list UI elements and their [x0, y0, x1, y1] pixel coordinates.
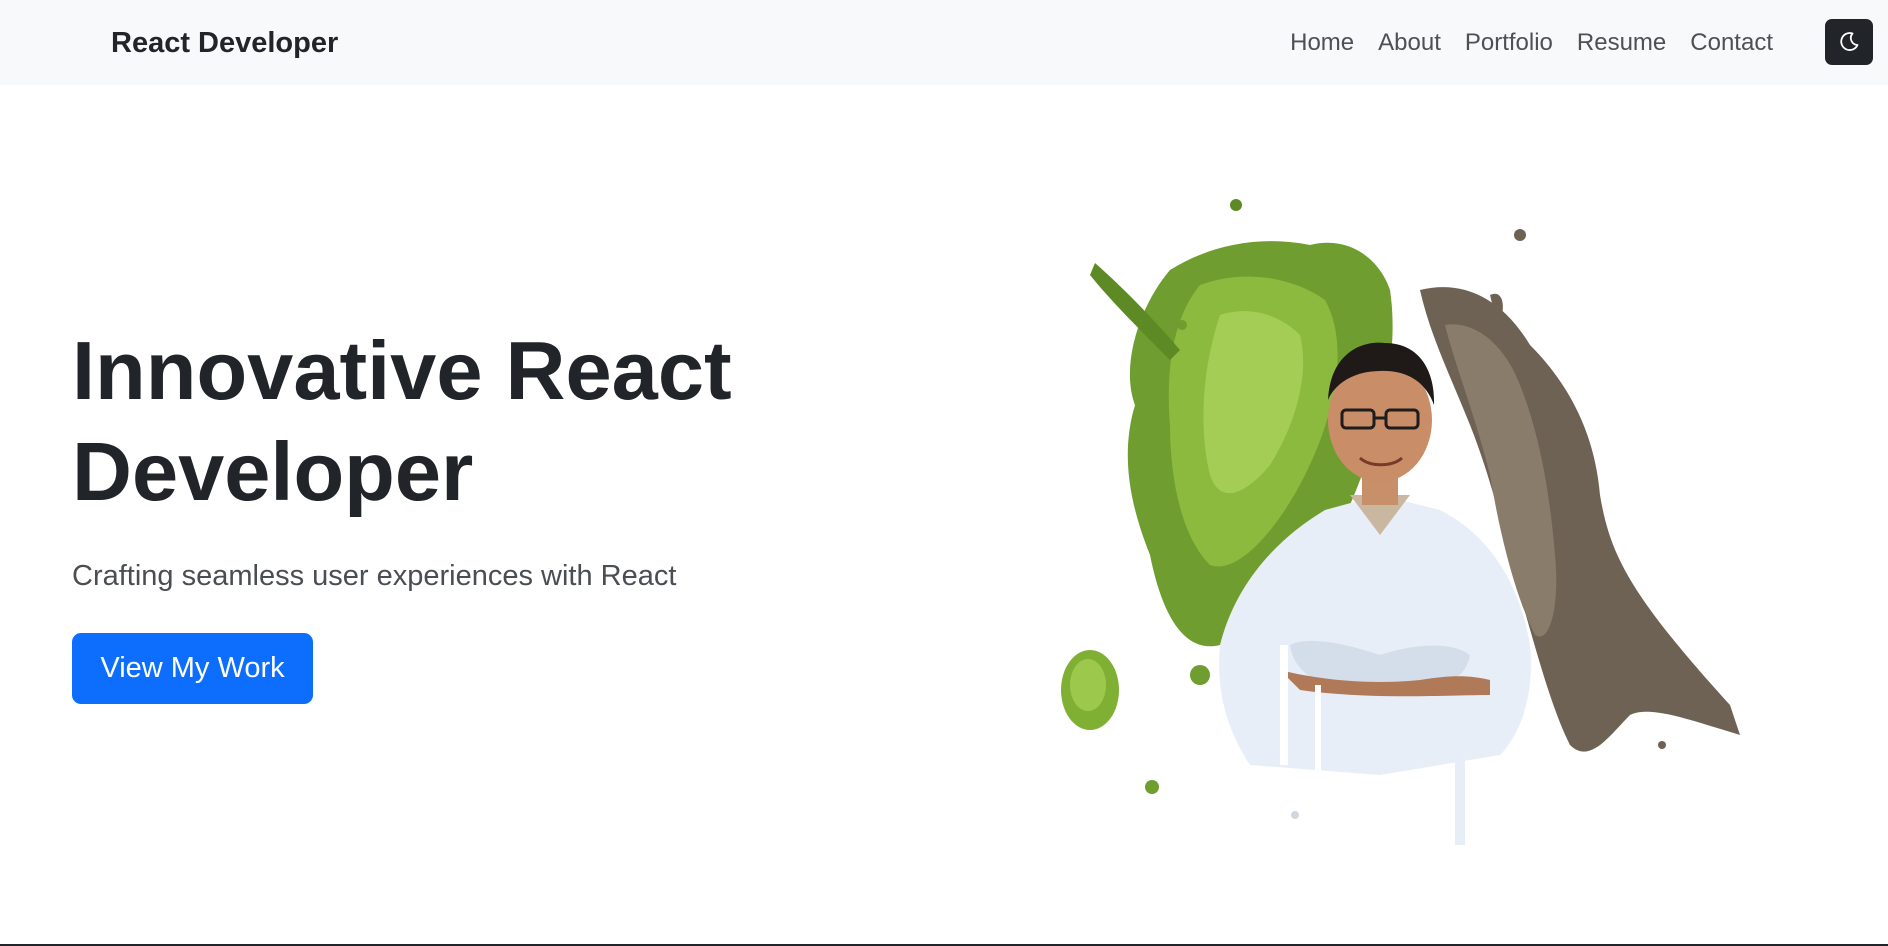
- nav-link-home[interactable]: Home: [1290, 26, 1354, 60]
- navbar: React Developer Home About Portfolio Res…: [0, 0, 1888, 85]
- moon-icon: [1840, 32, 1859, 51]
- hero-title-line1: Innovative React: [72, 324, 732, 417]
- hero-subtitle: Crafting seamless user experiences with …: [72, 560, 677, 592]
- hero-title: Innovative React Developer: [72, 320, 852, 522]
- nav-link-contact[interactable]: Contact: [1690, 26, 1773, 60]
- nav-link-resume[interactable]: Resume: [1577, 26, 1666, 60]
- nav-links: Home About Portfolio Resume Contact: [1290, 26, 1773, 60]
- brand-link[interactable]: React Developer: [111, 24, 338, 62]
- portrait-image: [1061, 199, 1740, 845]
- nav-link-about[interactable]: About: [1378, 26, 1441, 60]
- nav-link-portfolio[interactable]: Portfolio: [1465, 26, 1553, 60]
- view-my-work-button[interactable]: View My Work: [72, 633, 313, 704]
- theme-toggle-button[interactable]: [1825, 19, 1873, 65]
- hero-title-line2: Developer: [72, 425, 474, 518]
